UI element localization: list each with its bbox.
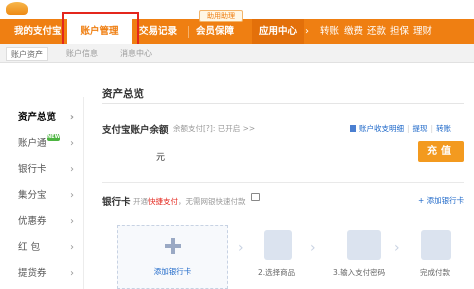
chevron-right-icon: › xyxy=(70,138,74,149)
page-title: 资产总览 xyxy=(102,88,144,100)
divider xyxy=(102,182,464,183)
subnav-account-info[interactable]: 账户信息 xyxy=(62,47,102,61)
chevron-right-icon: › xyxy=(70,268,74,279)
sidebar-item-label: 集分宝 xyxy=(18,190,47,201)
sidebar-item-label: 优惠券 xyxy=(18,216,47,227)
bank-card-label: 银行卡 xyxy=(102,197,131,208)
nav-pay-bills[interactable]: 缴费 xyxy=(344,19,363,44)
sidebar-item-label: 银行卡 xyxy=(18,164,47,175)
add-bank-card-label: 添加银行卡 xyxy=(153,267,192,276)
quick-pay-link[interactable]: 快捷支付 xyxy=(148,197,178,206)
gift-icon xyxy=(264,230,292,260)
sidebar-item-label: 红 包 xyxy=(18,242,41,253)
balance-amount-unit: 元 xyxy=(156,153,166,163)
chevron-right-icon: › xyxy=(70,242,74,253)
sidebar-item-label: 账户通 xyxy=(18,138,47,149)
desc-prefix: 开通 xyxy=(133,197,148,206)
assistant-badge[interactable]: 助用助理 xyxy=(199,10,243,22)
chevron-right-icon: › xyxy=(70,164,74,175)
sidebar-item-coupons[interactable]: 优惠券 › xyxy=(0,209,84,234)
sidebar-item-vouchers[interactable]: 提货券 › xyxy=(0,261,84,286)
nav-account-management[interactable]: 账户管理 xyxy=(67,19,132,44)
main-nav: 我的支付宝 账户管理 交易记录 会员保障 应用中心 转账 缴费 还款 担保 理财 xyxy=(0,19,474,44)
nav-wealth[interactable]: 理财 xyxy=(413,19,432,44)
nav-my-alipay[interactable]: 我的支付宝 xyxy=(14,19,62,44)
nav-divider xyxy=(188,26,189,38)
sidebar-item-assets-overview[interactable]: 资产总览 › xyxy=(0,105,84,130)
add-bank-card-box[interactable]: 添加银行卡 xyxy=(117,225,228,289)
card-icon xyxy=(251,193,260,201)
step-label: 2.选择商品 xyxy=(258,268,296,277)
statement-link[interactable]: 账户收支明细 xyxy=(359,124,404,133)
sub-nav: 账户资产 账户信息 消息中心 xyxy=(0,44,474,63)
step-arrow-icon: › xyxy=(238,240,244,256)
bank-card-description: 开通快捷支付，无需网银快速付款 xyxy=(133,196,246,207)
step-label: 完成付款 xyxy=(420,268,450,277)
subnav-message-center[interactable]: 消息中心 xyxy=(116,47,156,61)
document-icon xyxy=(350,125,356,132)
sidebar-item-label: 提货券 xyxy=(18,268,47,279)
step-arrow-icon: › xyxy=(394,240,400,256)
sidebar: 资产总览 › 账户通 NEW › 银行卡 › 集分宝 › 优惠券 › 红 包 ›… xyxy=(0,97,84,289)
nav-transfer[interactable]: 转账 xyxy=(320,19,339,44)
withdraw-link[interactable]: 提现 xyxy=(413,124,428,133)
alipay-logo-icon[interactable] xyxy=(6,2,28,15)
step-arrow-icon: › xyxy=(310,240,316,256)
password-icon xyxy=(347,230,381,260)
new-badge: NEW xyxy=(47,134,61,141)
sidebar-item-account-link[interactable]: 账户通 NEW › xyxy=(0,131,84,156)
sidebar-item-red-envelope[interactable]: 红 包 › xyxy=(0,235,84,260)
sidebar-item-bank-card[interactable]: 银行卡 › xyxy=(0,157,84,182)
chevron-right-icon: › xyxy=(70,216,74,227)
nav-transaction-records[interactable]: 交易记录 xyxy=(139,19,177,44)
checkmark-icon xyxy=(421,230,451,260)
chevron-right-icon: › xyxy=(305,26,309,37)
step-label: 3.输入支付密码 xyxy=(333,268,386,277)
plus-icon xyxy=(165,238,181,254)
balance-links: 账户收支明细 | 提现 | 转账 xyxy=(350,123,451,134)
transfer-link[interactable]: 转账 xyxy=(436,124,451,133)
add-bank-card-link[interactable]: + 添加银行卡 xyxy=(418,195,464,206)
chevron-right-icon: › xyxy=(70,190,74,201)
subnav-account-assets[interactable]: 账户资产 xyxy=(6,47,48,61)
desc-suffix: ，无需网银快速付款 xyxy=(178,197,246,206)
recharge-button[interactable]: 充值 xyxy=(418,141,464,162)
divider xyxy=(102,103,464,104)
nav-escrow[interactable]: 担保 xyxy=(390,19,409,44)
nav-member-protection[interactable]: 会员保障 xyxy=(196,19,234,44)
sidebar-item-label: 资产总览 xyxy=(18,112,57,123)
sidebar-item-points[interactable]: 集分宝 › xyxy=(0,183,84,208)
chevron-right-icon: › xyxy=(69,112,74,123)
nav-app-center[interactable]: 应用中心 xyxy=(252,19,304,44)
balance-pay-status-link[interactable]: 余额支付[?]: 已开启 >> xyxy=(173,123,255,134)
balance-label: 支付宝账户余额 xyxy=(102,125,169,136)
nav-repayment[interactable]: 还款 xyxy=(367,19,386,44)
